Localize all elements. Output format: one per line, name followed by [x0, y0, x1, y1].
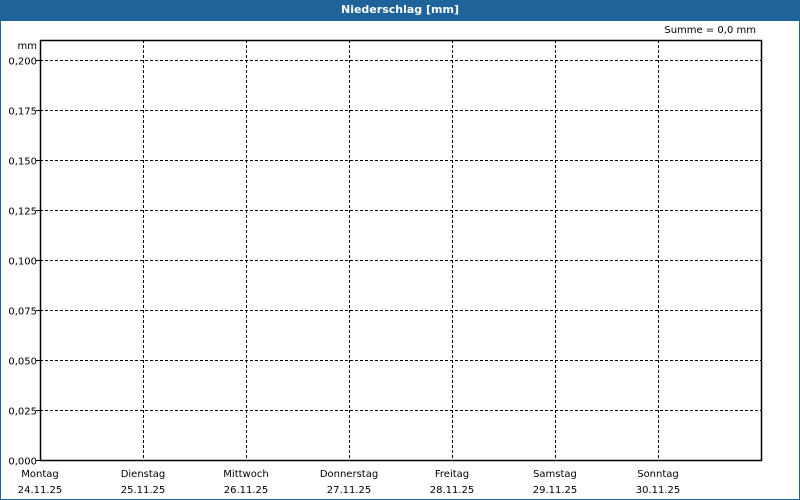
y-tick-label: 0,100 — [8, 257, 37, 268]
x-date-label: 27.11.25 — [327, 485, 372, 496]
y-tick-label: 0,200 — [8, 57, 37, 68]
x-date-label: 29.11.25 — [533, 485, 578, 496]
y-tick-label: 0,175 — [8, 107, 37, 118]
x-day-label: Dienstag — [121, 469, 166, 480]
y-tick-label: 0,075 — [8, 307, 37, 318]
x-date-label: 30.11.25 — [636, 485, 681, 496]
x-date-label: 26.11.25 — [224, 485, 269, 496]
x-day-label: Samstag — [533, 469, 577, 480]
x-day-label: Freitag — [435, 469, 469, 480]
x-day-label: Montag — [21, 469, 58, 480]
x-date-label: 25.11.25 — [121, 485, 166, 496]
y-tick-label: 0,125 — [8, 207, 37, 218]
plot-area-border — [39, 39, 763, 462]
y-tick-label: 0,050 — [8, 357, 37, 368]
precipitation-chart: mm 0,000 0,025 0,050 0,075 0,100 0,125 0,150 0,… — [8, 39, 763, 496]
x-date-label: 24.11.25 — [18, 485, 63, 496]
y-tick-label: 0,000 — [8, 457, 37, 468]
x-day-label: Mittwoch — [223, 469, 268, 480]
x-date-label: 28.11.25 — [430, 485, 475, 496]
x-day-label: Donnerstag — [320, 469, 378, 480]
x-day-label: Sonntag — [637, 469, 679, 480]
y-axis-unit: mm — [18, 41, 37, 52]
y-tick-label: 0,025 — [8, 407, 37, 418]
y-tick-label: 0,150 — [8, 157, 37, 168]
